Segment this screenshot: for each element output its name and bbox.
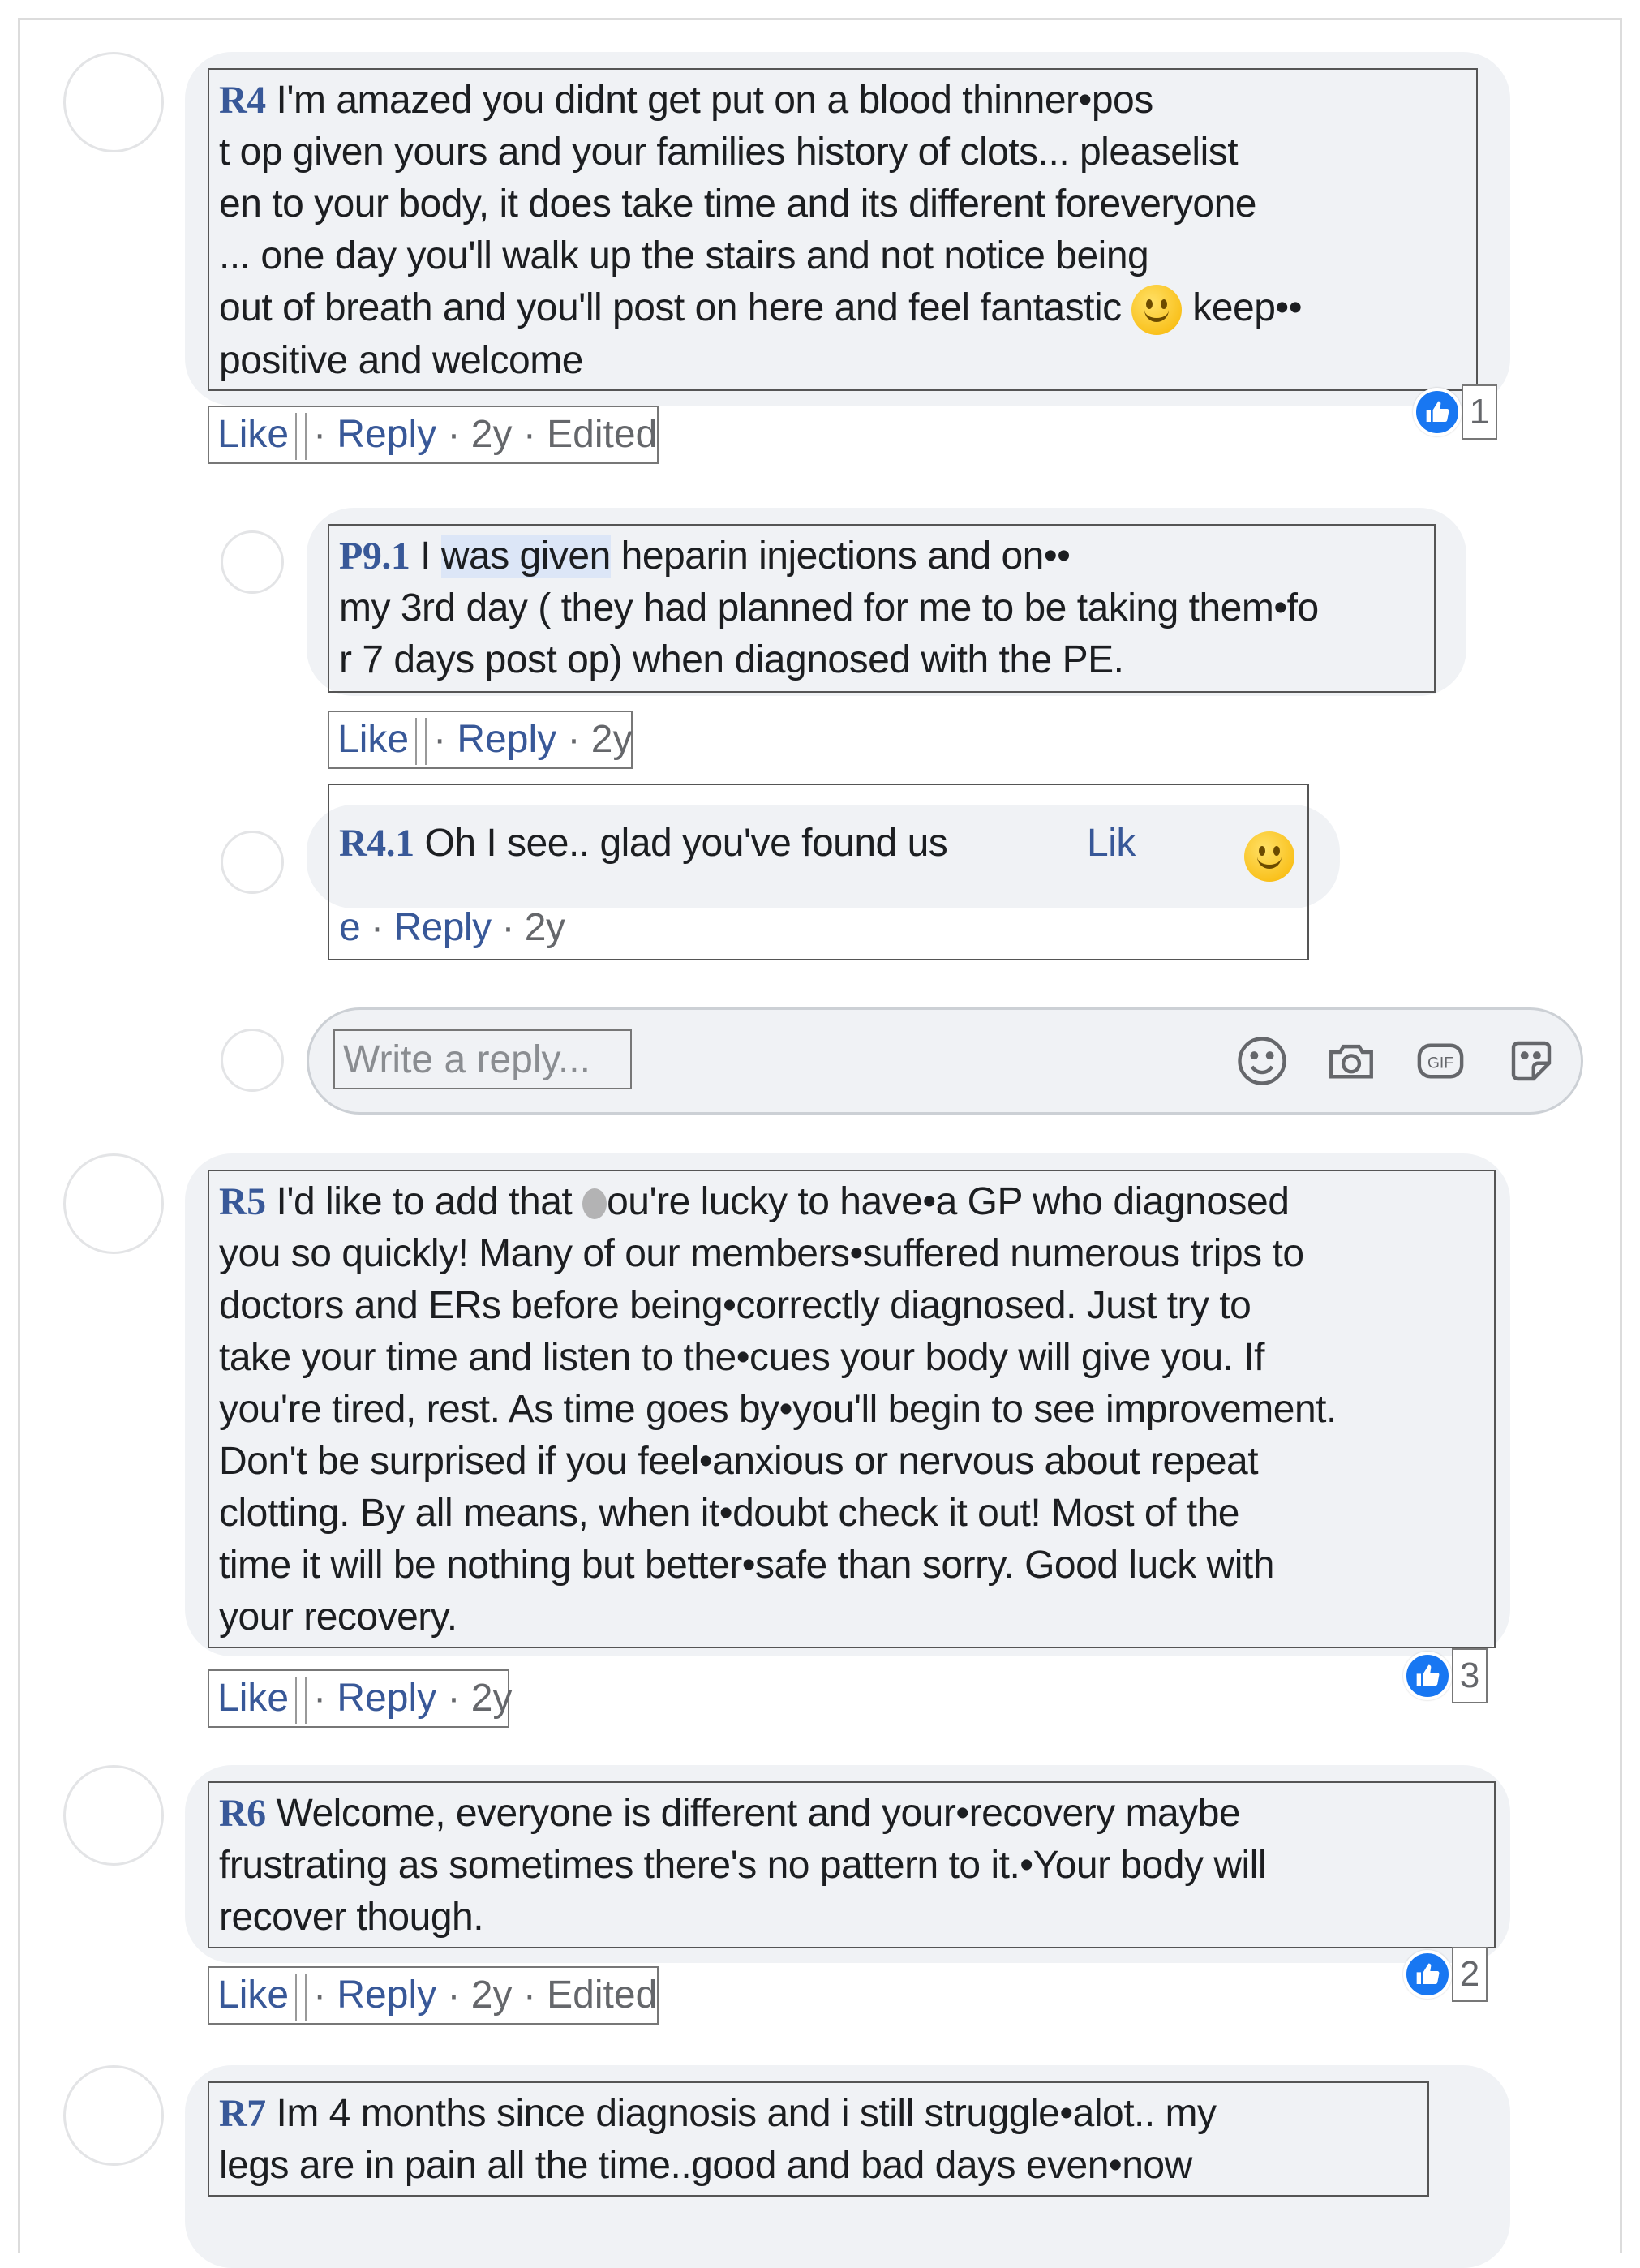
avatar[interactable] <box>63 1153 164 1254</box>
gif-icon[interactable]: GIF <box>1414 1034 1467 1088</box>
reaction-summary[interactable]: 1 <box>1413 384 1497 440</box>
reaction-summary[interactable]: 3 <box>1403 1648 1488 1703</box>
thumbs-up-icon <box>1403 1652 1452 1700</box>
like-link[interactable]: Like <box>337 718 409 761</box>
reply-link[interactable]: Reply <box>393 906 492 949</box>
smiley-emoji-icon <box>1244 831 1294 883</box>
comment-line: Welcome, everyone is different and your•… <box>276 1792 1241 1835</box>
avatar[interactable] <box>221 530 284 594</box>
comment-line: your recovery. <box>219 1596 457 1639</box>
avatar[interactable] <box>63 1765 164 1866</box>
comment-line: t op given yours and your families histo… <box>219 131 1239 174</box>
avatar[interactable] <box>221 831 284 894</box>
comment-line: keep•• <box>1192 286 1302 329</box>
reaction-count: 2 <box>1452 1947 1488 2002</box>
comment-text-box: R4 I'm amazed you didnt get put on a blo… <box>208 68 1478 391</box>
comment-line: Im 4 months since diagnosis and i still … <box>276 2092 1217 2135</box>
comment-line: take your time and listen to the•cues yo… <box>219 1336 1264 1379</box>
avatar[interactable] <box>221 1029 284 1092</box>
reaction-summary[interactable]: 2 <box>1403 1947 1488 2002</box>
reply-composer: GIF <box>307 1007 1583 1115</box>
comment-text-box: R4.1 Oh I see.. glad you've found us Lik… <box>328 784 1309 960</box>
comment-text-box: R6 Welcome, everyone is different and yo… <box>208 1781 1496 1948</box>
comment-tag: R7 <box>219 2092 266 2135</box>
comment-tag: R4.1 <box>339 822 414 865</box>
comment-line: positive and welcome <box>219 339 583 383</box>
comment-actions: Like · Reply · 2y <box>328 711 633 769</box>
comment-line: legs are in pain all the time..good and … <box>219 2144 1192 2187</box>
edited-label[interactable]: Edited <box>547 1974 657 2017</box>
comment-line: frustrating as sometimes there's no patt… <box>219 1844 1267 1887</box>
svg-text:GIF: GIF <box>1427 1055 1453 1072</box>
comment-tag: R5 <box>219 1180 266 1223</box>
avatar[interactable] <box>63 2065 164 2166</box>
reaction-count: 1 <box>1462 384 1497 440</box>
reply-link[interactable]: Reply <box>337 413 436 456</box>
comment-line: clotting. By all means, when it•doubt ch… <box>219 1492 1239 1535</box>
comment-line: en to your body, it does take time and i… <box>219 183 1256 226</box>
comment-line: doctors and ERs before being•correctly d… <box>219 1284 1251 1327</box>
emoji-icon[interactable] <box>1235 1034 1289 1088</box>
comment-line: out of breath and you'll post on here an… <box>219 286 1122 329</box>
comment-line: you're tired, rest. As time goes by•you'… <box>219 1388 1337 1431</box>
reply-link[interactable]: Reply <box>337 1974 436 2017</box>
comment-age[interactable]: 2y <box>471 1974 513 2017</box>
comment-actions: Like · Reply · 2y · Edited <box>208 1966 659 2025</box>
comment-line: ... one day you'll walk up the stairs an… <box>219 234 1149 277</box>
comment-actions: Like · Reply · 2y · Edited <box>208 406 659 464</box>
reply-link[interactable]: Reply <box>337 1677 436 1720</box>
comment-actions: Like · Reply · 2y <box>208 1669 512 1728</box>
like-link[interactable]: e <box>339 906 361 949</box>
comment-line: Don't be surprised if you feel•anxious o… <box>219 1440 1259 1483</box>
selected-text: was given <box>440 535 611 578</box>
camera-icon[interactable] <box>1324 1034 1378 1088</box>
comment-text-box: R5 I'd like to add that ou're lucky to h… <box>208 1170 1496 1648</box>
like-link[interactable]: Lik <box>1087 818 1136 870</box>
comment-text-box: R7 Im 4 months since diagnosis and i sti… <box>208 2081 1429 2197</box>
comment-line: recover though. <box>219 1896 484 1939</box>
comment-line: time it will be nothing but better•safe … <box>219 1544 1274 1587</box>
cursor-marker <box>582 1188 607 1220</box>
comment-text-box: P9.1 I was given heparin injections and … <box>328 524 1436 693</box>
smiley-emoji-icon <box>1131 285 1183 336</box>
edited-label[interactable]: Edited <box>547 413 657 456</box>
like-link[interactable]: Like <box>217 413 289 456</box>
like-link[interactable]: Like <box>217 1677 289 1720</box>
reaction-count: 3 <box>1452 1648 1488 1703</box>
comment-age[interactable]: 2y <box>471 1677 513 1720</box>
comment-line: I'm amazed you didnt get put on a blood … <box>276 79 1154 122</box>
comment-tag: R4 <box>219 79 266 122</box>
comment-line: you so quickly! Many of our members•suff… <box>219 1232 1304 1275</box>
sticker-icon[interactable] <box>1505 1034 1558 1088</box>
comment-tag: P9.1 <box>339 535 410 578</box>
avatar[interactable] <box>63 52 164 152</box>
like-link[interactable]: Like <box>217 1974 289 2017</box>
thumbs-up-icon <box>1403 1950 1452 1999</box>
comment-age[interactable]: 2y <box>525 906 565 949</box>
thumbs-up-icon <box>1413 388 1462 436</box>
comment-line: r 7 days post op) when diagnosed with th… <box>339 638 1124 681</box>
comment-tag: R6 <box>219 1792 266 1835</box>
comment-age[interactable]: 2y <box>471 413 513 456</box>
comment-age[interactable]: 2y <box>591 718 633 761</box>
comment-line: Oh I see.. glad you've found us <box>424 822 948 865</box>
reply-link[interactable]: Reply <box>457 718 556 761</box>
comment-line: my 3rd day ( they had planned for me to … <box>339 586 1319 629</box>
reply-input[interactable] <box>333 1029 632 1089</box>
